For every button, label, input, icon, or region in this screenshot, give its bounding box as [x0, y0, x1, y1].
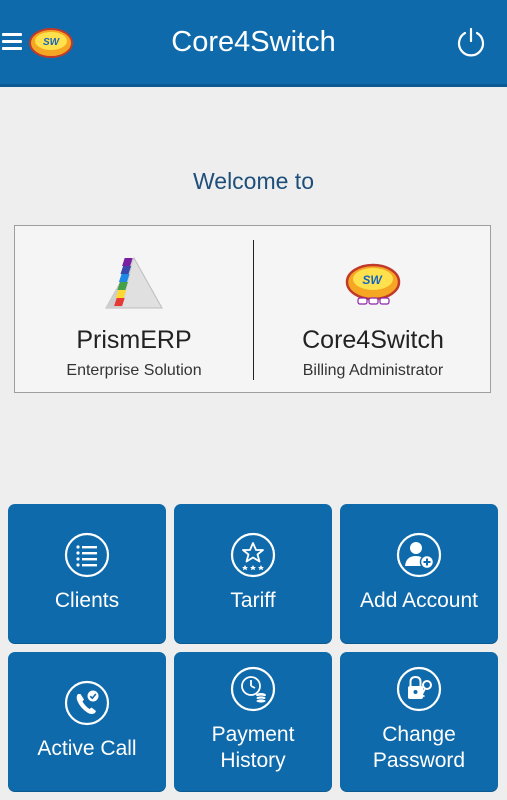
list-icon	[64, 532, 110, 578]
brand-name-prismerp: PrismERP	[76, 326, 192, 354]
tile-label-line2: History	[220, 749, 286, 772]
brand-subtitle-prismerp: Enterprise Solution	[66, 362, 202, 379]
add-user-icon	[396, 532, 442, 578]
star-badge-icon	[230, 532, 276, 578]
welcome-heading: Welcome to	[192, 168, 314, 194]
tile-label: Add Account	[360, 589, 478, 612]
tile-label: Active Call	[37, 737, 137, 760]
tariff-button[interactable]: Tariff	[174, 504, 332, 644]
tile-label-line1: Payment	[211, 723, 295, 746]
tile-label: Payment History	[174, 722, 332, 774]
clock-coins-icon	[230, 666, 276, 712]
payment-history-button[interactable]: Payment History	[174, 652, 332, 792]
tile-label: Change Password	[340, 722, 498, 774]
phone-check-icon	[64, 680, 110, 726]
clients-button[interactable]: Clients	[8, 504, 166, 644]
tile-label-line1: Change	[382, 723, 456, 746]
prismerp-brand: PrismERP Enterprise Solution	[15, 226, 253, 394]
add-account-button[interactable]: Add Account	[340, 504, 498, 644]
lock-key-icon	[396, 666, 442, 712]
change-password-button[interactable]: Change Password	[340, 652, 498, 792]
brand-subtitle-core4switch: Billing Administrator	[302, 362, 444, 379]
brand-card: PrismERP Enterprise Solution SW Core4Swi…	[14, 225, 491, 393]
app-bar: SW Core4Switch	[0, 0, 507, 87]
tile-label: Clients	[54, 589, 120, 612]
svg-text:SW: SW	[362, 273, 383, 287]
prism-logo	[105, 256, 163, 309]
page-title: Core4Switch	[171, 26, 336, 58]
tile-label-line2: Password	[372, 749, 466, 772]
core4switch-brand: SW Core4Switch Billing Administrator	[254, 226, 492, 394]
active-call-button[interactable]: Active Call	[8, 652, 166, 792]
tile-label: Tariff	[230, 589, 276, 612]
core4switch-logo: SW	[345, 263, 401, 305]
brand-name-core4switch: Core4Switch	[302, 326, 444, 354]
power-icon[interactable]	[455, 26, 487, 58]
